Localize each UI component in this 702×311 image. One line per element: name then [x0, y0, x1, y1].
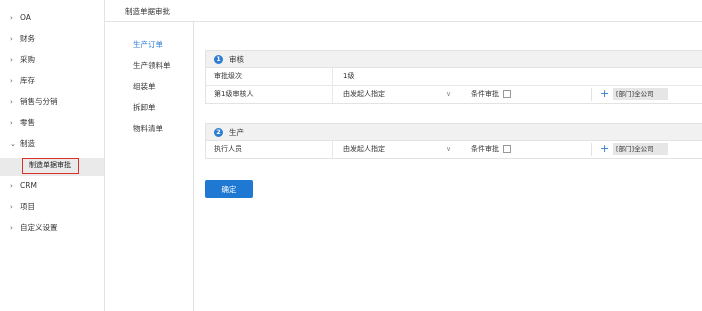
chevron-right-icon: ›: [10, 56, 13, 64]
reviewer-label: 第1级审核人: [206, 86, 333, 103]
executor-select[interactable]: 由发起人指定: [343, 141, 385, 158]
step-title: 审核: [229, 54, 244, 64]
document-type-menu: 生产订单 生产领料单 组装单 拆卸单 物料清单: [105, 22, 194, 311]
submenu-item-bom[interactable]: 物料清单: [133, 123, 163, 134]
nav-item-label: 销售与分销: [20, 97, 58, 106]
nav-item-label: 库存: [20, 76, 35, 85]
executor-label: 执行人员: [206, 141, 333, 158]
nav-item-finance[interactable]: › 财务: [10, 32, 35, 46]
breadcrumb: 制造单据审批: [125, 7, 170, 16]
nav-item-project[interactable]: › 项目: [10, 200, 35, 214]
department-tag: [部门]全公司: [613, 143, 668, 155]
submenu-item-disassembly[interactable]: 拆卸单: [133, 102, 156, 113]
nav-item-oa[interactable]: › OA: [10, 11, 31, 25]
conditional-approval-checkbox[interactable]: [503, 145, 511, 153]
nav-item-label: 制造: [20, 139, 35, 148]
conditional-approval-checkbox[interactable]: [503, 90, 511, 98]
chevron-right-icon: ›: [10, 203, 13, 211]
nav-item-label: CRM: [20, 181, 37, 190]
nav-item-label: 采购: [20, 55, 35, 64]
step-title: 生产: [229, 127, 244, 137]
add-icon[interactable]: +: [600, 142, 609, 156]
submenu-item-material-requisition[interactable]: 生产领料单: [133, 60, 171, 71]
step-panel-review: 1 审核 审批级次 1级 第1级审核人 由发起人指定 ∨ 条件审批 + [部门]…: [205, 50, 702, 104]
nav-item-custom-settings[interactable]: › 自定义设置: [10, 221, 58, 235]
header-bar: 制造单据审批: [105, 0, 702, 22]
nav-item-inventory[interactable]: › 库存: [10, 74, 35, 88]
nav-item-retail[interactable]: › 零售: [10, 116, 35, 130]
nav-item-purchase[interactable]: › 采购: [10, 53, 35, 67]
nav-item-label: 财务: [20, 34, 35, 43]
step-number-badge: 2: [214, 127, 223, 137]
submenu-item-production-order[interactable]: 生产订单: [133, 39, 163, 50]
reviewer-row: 第1级审核人 由发起人指定 ∨ 条件审批 + [部门]全公司: [206, 86, 702, 103]
submenu-item-assembly[interactable]: 组装单: [133, 81, 156, 92]
chevron-right-icon: ›: [10, 119, 13, 127]
divider: [591, 88, 592, 101]
chevron-right-icon: ›: [10, 14, 13, 22]
nav-item-label: 项目: [20, 202, 35, 211]
add-icon[interactable]: +: [600, 87, 609, 101]
executor-row: 执行人员 由发起人指定 ∨ 条件审批 + [部门]全公司: [206, 141, 702, 158]
step-header: 2 生产: [206, 124, 702, 141]
conditional-approval-label: 条件审批: [471, 145, 499, 153]
chevron-right-icon: ›: [10, 98, 13, 106]
left-navigation: › OA › 财务 › 采购 › 库存 › 销售与分销 › 零售 ⌄ 制造 制造…: [0, 0, 105, 311]
confirm-button[interactable]: 确定: [205, 180, 253, 198]
chevron-down-icon[interactable]: ∨: [446, 90, 451, 98]
step-header: 1 审核: [206, 51, 702, 68]
divider: [591, 143, 592, 156]
nav-subitem-manufacturing-approval[interactable]: 制造单据审批: [22, 158, 79, 174]
step-panel-production: 2 生产 执行人员 由发起人指定 ∨ 条件审批 + [部门]全公司: [205, 123, 702, 159]
department-tag: [部门]全公司: [613, 88, 668, 100]
approval-level-row: 审批级次 1级: [206, 68, 702, 86]
chevron-down-icon: ⌄: [10, 140, 16, 148]
approval-level-label: 审批级次: [206, 68, 333, 85]
nav-item-sales[interactable]: › 销售与分销: [10, 95, 58, 109]
chevron-right-icon: ›: [10, 224, 13, 232]
nav-item-label: 自定义设置: [20, 223, 58, 232]
nav-item-manufacturing[interactable]: ⌄ 制造: [10, 137, 35, 151]
chevron-right-icon: ›: [10, 182, 13, 190]
nav-item-label: OA: [20, 13, 31, 22]
step-number-badge: 1: [214, 54, 223, 64]
chevron-right-icon: ›: [10, 35, 13, 43]
nav-item-crm[interactable]: › CRM: [10, 179, 37, 193]
chevron-right-icon: ›: [10, 77, 13, 85]
approval-level-value: 1级: [343, 72, 355, 80]
chevron-down-icon[interactable]: ∨: [446, 145, 451, 153]
reviewer-select[interactable]: 由发起人指定: [343, 86, 385, 103]
nav-item-label: 零售: [20, 118, 35, 127]
conditional-approval-label: 条件审批: [471, 90, 499, 98]
